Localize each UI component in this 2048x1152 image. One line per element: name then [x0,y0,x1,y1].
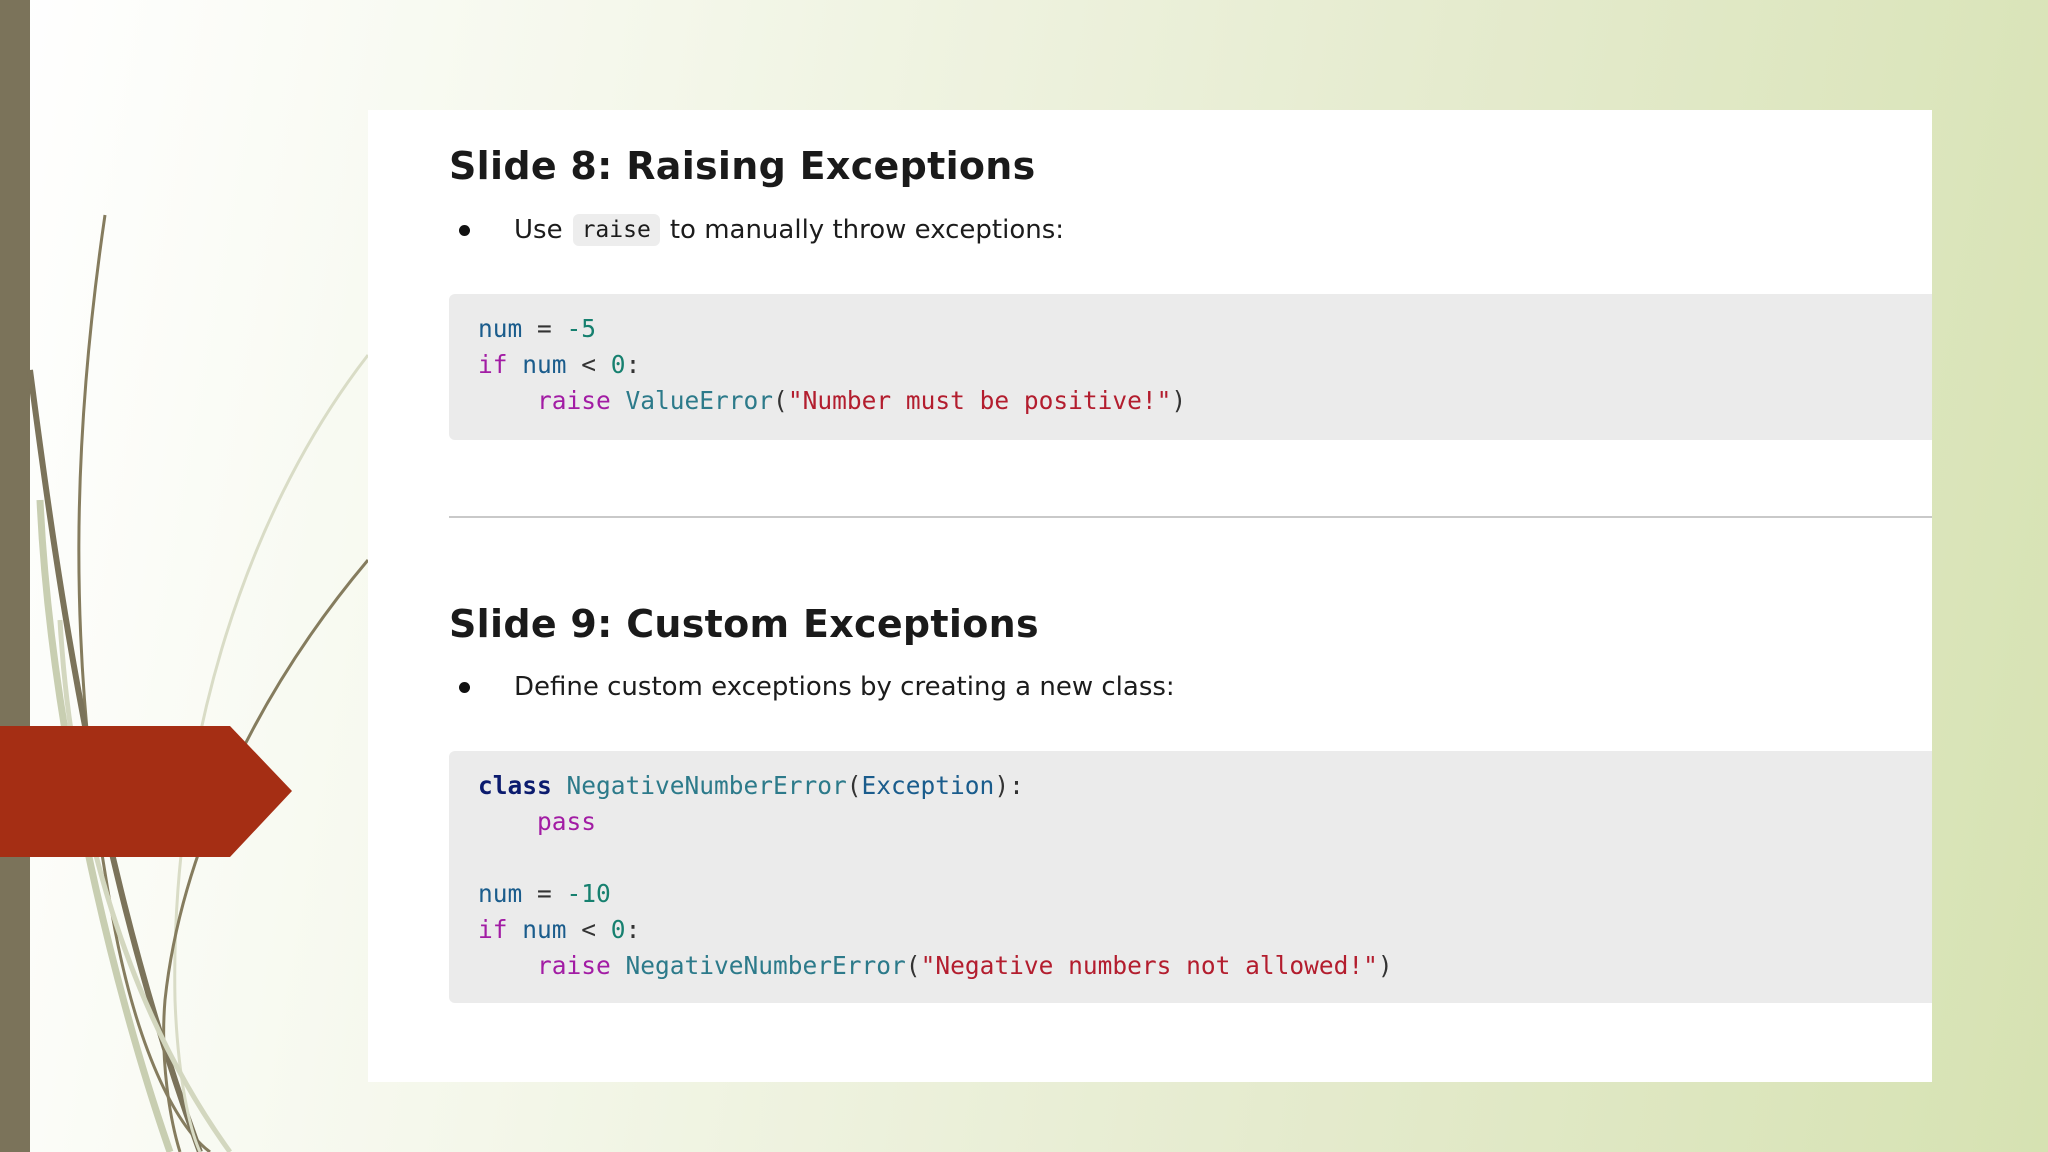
slide8-bullet: Use raise to manually throw exceptions: [459,214,1064,246]
code-line: class NegativeNumberError(Exception): [478,771,1024,800]
code-line: num = -5 [478,314,597,343]
bullet-text: Define custom exceptions by creating a n… [514,672,1175,702]
section-divider [449,516,1932,518]
slide8-title: Slide 8: Raising Exceptions [449,144,1036,188]
slide9-code-block: class NegativeNumberError(Exception): pa… [449,751,1932,1003]
bullet-text-after: to manually throw exceptions: [669,215,1065,245]
red-arrow-shape [0,726,292,857]
bullet-text-before: Use [514,215,563,245]
code-line: if num < 0: [478,915,641,944]
code-line: pass [537,807,597,836]
code-line: raise ValueError("Number must be positiv… [537,386,1187,415]
code-line: num = -10 [478,879,611,908]
slide9-title: Slide 9: Custom Exceptions [449,602,1039,646]
bullet-icon [459,681,470,693]
slide8-code-block: num = -5 if num < 0: raise ValueError("N… [449,294,1932,440]
slide-content-panel: Slide 8: Raising Exceptions Use raise to… [368,110,1932,1082]
bullet-icon [459,224,470,236]
slide9-bullet: Define custom exceptions by creating a n… [459,672,1175,702]
inline-code-raise: raise [572,214,660,246]
code-line: if num < 0: [478,350,641,379]
code-line: raise NegativeNumberError("Negative numb… [537,951,1393,980]
decorative-curves [27,214,370,1152]
